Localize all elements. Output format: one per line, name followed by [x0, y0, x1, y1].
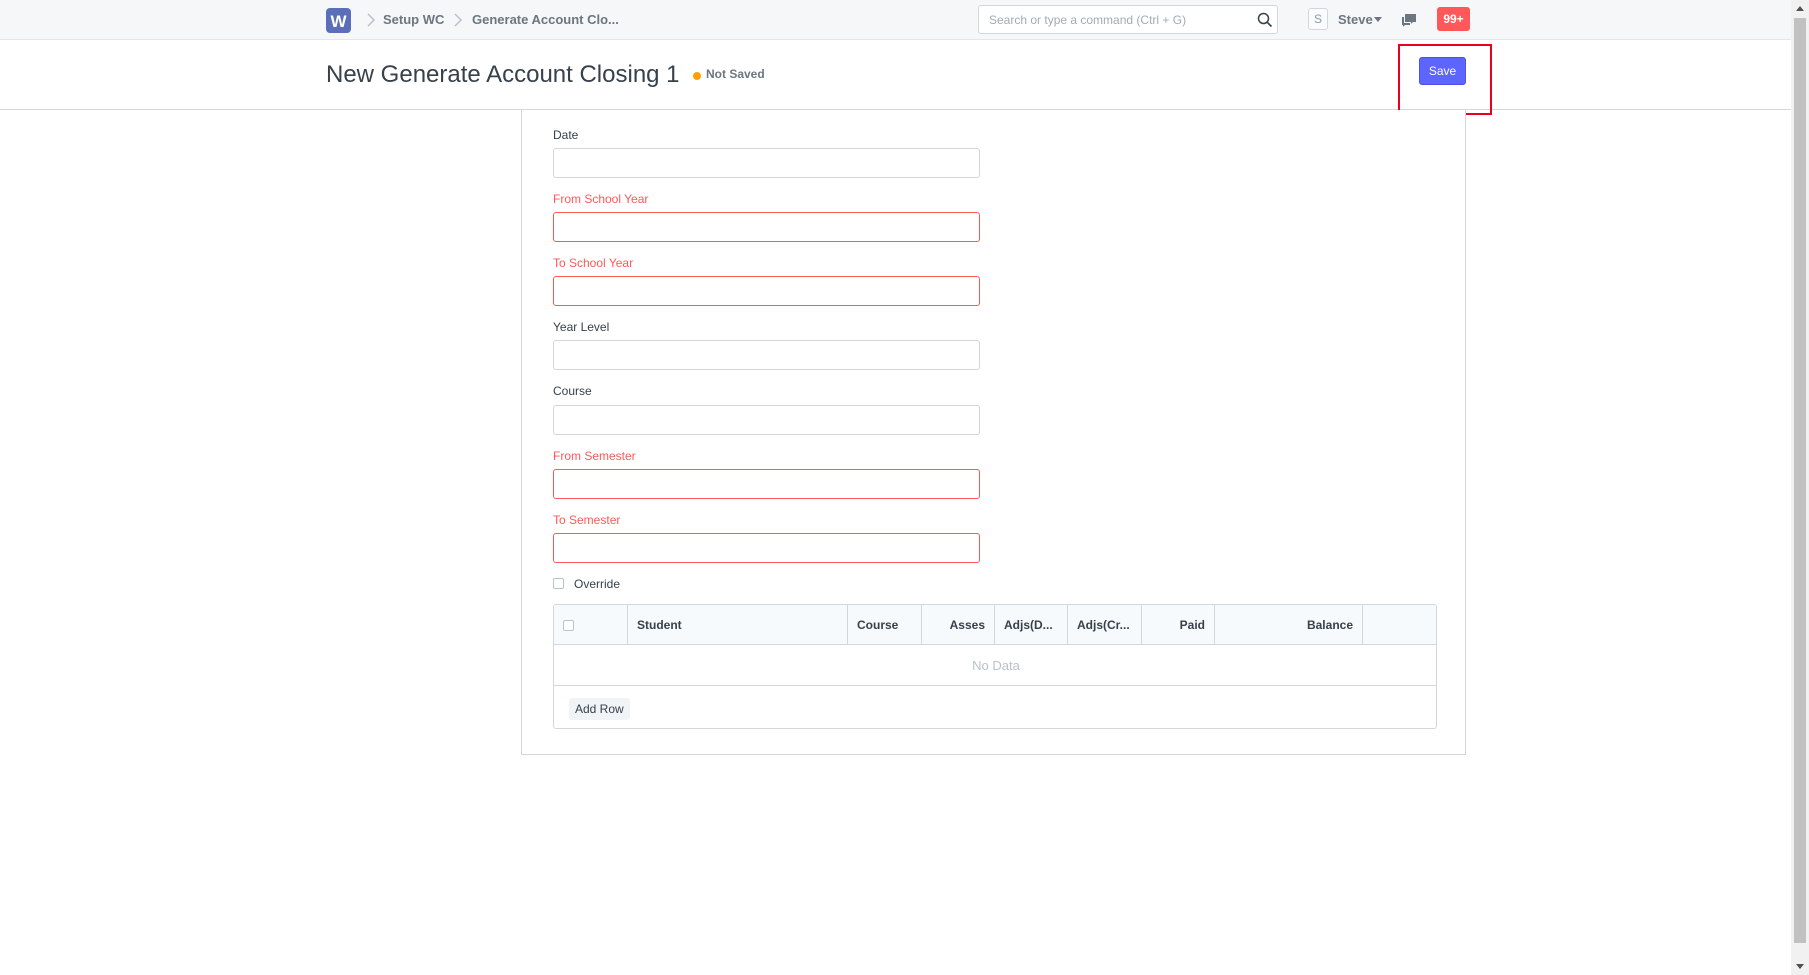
to-semester-field[interactable] — [553, 533, 980, 563]
chevron-right-icon — [454, 13, 463, 27]
scroll-down-icon[interactable] — [1795, 961, 1805, 971]
search-icon[interactable] — [1257, 12, 1273, 28]
column-header-asses[interactable]: Asses — [921, 605, 994, 645]
year-level-label: Year Level — [553, 320, 610, 334]
notification-badge[interactable]: 99+ — [1437, 7, 1470, 31]
date-field[interactable] — [553, 148, 980, 178]
table-empty-state: No Data — [554, 645, 1436, 686]
course-label: Course — [553, 384, 592, 398]
column-header-adjs-debit[interactable]: Adjs(D... — [994, 605, 1067, 645]
column-header-course[interactable]: Course — [847, 605, 921, 645]
page-head: New Generate Account Closing 1 Not Saved… — [0, 40, 1791, 110]
column-header-actions — [1362, 605, 1436, 645]
from-semester-field[interactable] — [553, 469, 980, 499]
logo-icon[interactable]: W — [326, 8, 351, 33]
avatar[interactable]: S — [1308, 8, 1328, 30]
select-all-checkbox[interactable] — [563, 620, 574, 631]
svg-text:W: W — [330, 12, 347, 31]
caret-down-icon[interactable] — [1374, 17, 1382, 22]
search-box — [978, 5, 1278, 34]
closing-table: Student Course Asses Adjs(D... Adjs(Cr..… — [553, 604, 1437, 729]
column-header-student[interactable]: Student — [627, 605, 847, 645]
breadcrumb-generate-account-closing[interactable]: Generate Account Clo... — [472, 12, 619, 27]
from-semester-label: From Semester — [553, 449, 636, 463]
year-level-field[interactable] — [553, 340, 980, 370]
highlight-annotation — [1398, 44, 1492, 115]
override-label: Override — [574, 577, 621, 591]
add-row-button[interactable]: Add Row — [569, 698, 630, 720]
override-checkbox[interactable] — [553, 578, 564, 589]
breadcrumb-setup-wc[interactable]: Setup WC — [383, 12, 444, 27]
from-school-year-field[interactable] — [553, 212, 980, 242]
app-window: W Setup WC Generate Account Clo... S Ste… — [0, 0, 1809, 975]
date-label: Date — [553, 128, 579, 142]
to-semester-label: To Semester — [553, 513, 621, 527]
chat-icon[interactable] — [1400, 12, 1418, 28]
column-header-balance[interactable]: Balance — [1214, 605, 1362, 645]
scroll-up-icon[interactable] — [1795, 4, 1805, 14]
search-input[interactable] — [979, 6, 1249, 33]
status-indicator — [693, 72, 701, 80]
chevron-right-icon — [367, 13, 376, 27]
scrollbar[interactable] — [1791, 0, 1809, 975]
scroll-thumb[interactable] — [1794, 18, 1806, 943]
navbar: W Setup WC Generate Account Clo... S Ste… — [0, 0, 1791, 40]
page-title: New Generate Account Closing 1 — [326, 61, 680, 88]
to-school-year-label: To School Year — [553, 256, 634, 270]
column-header-paid[interactable]: Paid — [1141, 605, 1214, 645]
table-header: Student Course Asses Adjs(D... Adjs(Cr..… — [554, 605, 1436, 645]
column-header-adjs-credit[interactable]: Adjs(Cr... — [1067, 605, 1141, 645]
status-badge: Not Saved — [706, 67, 765, 81]
user-menu[interactable]: Steve — [1338, 12, 1373, 27]
to-school-year-field[interactable] — [553, 276, 980, 306]
course-field[interactable] — [553, 405, 980, 435]
from-school-year-label: From School Year — [553, 192, 649, 206]
form-card: Date From School Year To School Year Yea… — [521, 110, 1466, 755]
